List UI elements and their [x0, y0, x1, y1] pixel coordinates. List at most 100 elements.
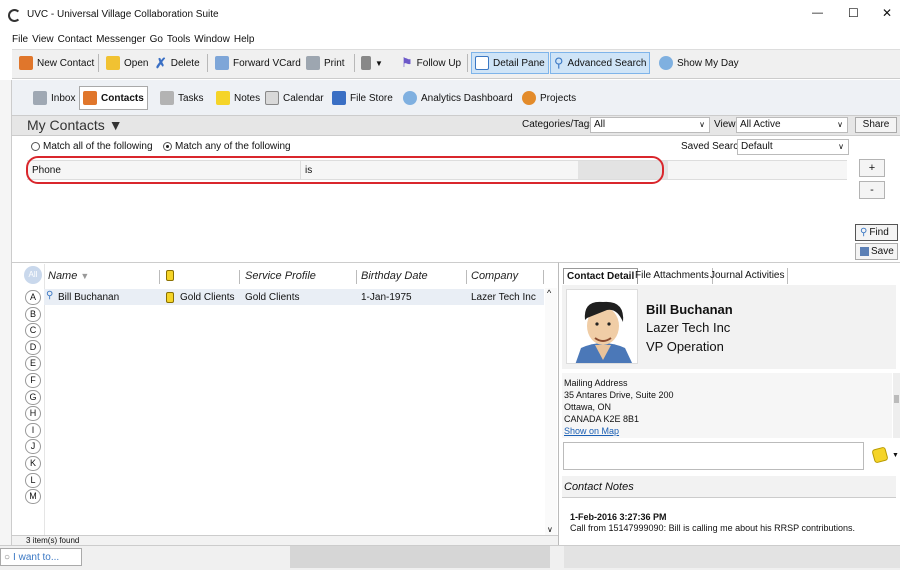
- tab-file-attachments[interactable]: File Attachments: [632, 268, 713, 284]
- column-header-company[interactable]: Company: [471, 270, 518, 282]
- show-on-map-link[interactable]: Show on Map: [564, 426, 619, 436]
- tab-tasks[interactable]: Tasks: [157, 86, 207, 110]
- menu-item-file[interactable]: File: [12, 34, 28, 48]
- tab-notes[interactable]: Notes: [213, 86, 263, 110]
- left-gutter: [0, 80, 12, 545]
- letter-index-h[interactable]: H: [25, 406, 41, 422]
- follow-up-button[interactable]: ⚑ Follow Up: [398, 52, 464, 74]
- column-header-name[interactable]: Name ▼: [48, 270, 89, 282]
- chevron-down-icon: ∨: [837, 120, 843, 129]
- find-button[interactable]: ⚲ Find: [855, 224, 898, 241]
- sun-icon: [659, 56, 673, 70]
- radio-checked-icon: [163, 142, 172, 151]
- dashboard-icon: [403, 91, 417, 105]
- categories-select[interactable]: All ∨: [590, 117, 710, 133]
- search-icon: ⚲: [860, 227, 868, 238]
- close-button[interactable]: ✕: [882, 6, 892, 20]
- letter-index-a[interactable]: A: [25, 290, 41, 305]
- column-header-service-profile[interactable]: Service Profile: [245, 270, 316, 282]
- table-row[interactable]: ⚲ Bill Buchanan Gold Clients Gold Client…: [44, 289, 544, 305]
- sort-funnel-icon: ▼: [80, 271, 90, 281]
- notes-header: Contact Notes: [562, 476, 896, 498]
- divider: [356, 270, 357, 284]
- contact-card-icon: [19, 56, 33, 70]
- tab-inbox[interactable]: Inbox: [30, 86, 78, 110]
- forward-vcard-button[interactable]: Forward VCard: [212, 52, 304, 74]
- flag-icon: ⚑: [401, 55, 413, 70]
- maximize-button[interactable]: ☐: [848, 6, 859, 20]
- quick-note-input[interactable]: [563, 442, 864, 470]
- menu-item-messenger[interactable]: Messenger: [96, 34, 145, 48]
- tab-projects[interactable]: Projects: [519, 86, 579, 110]
- minimize-button[interactable]: —: [812, 7, 823, 19]
- letter-index-g[interactable]: G: [25, 389, 41, 405]
- open-button[interactable]: Open: [103, 52, 151, 74]
- category-column-icon[interactable]: [166, 270, 174, 281]
- save-search-button[interactable]: Save: [855, 243, 898, 260]
- match-any-radio[interactable]: Match any of the following: [163, 141, 291, 152]
- add-criteria-button[interactable]: +: [859, 159, 885, 177]
- note-icon: [216, 91, 230, 105]
- column-header-birthday[interactable]: Birthday Date: [361, 270, 428, 282]
- menu-item-view[interactable]: View: [32, 34, 54, 48]
- print-button[interactable]: Print: [303, 52, 348, 74]
- letter-index-d[interactable]: D: [25, 339, 41, 355]
- inbox-icon: [33, 91, 47, 105]
- search-icon: ⚲: [554, 55, 564, 70]
- scroll-up-icon[interactable]: ^: [547, 288, 551, 298]
- saved-searches-select[interactable]: Default ∨: [737, 139, 849, 155]
- chevron-down-icon: ∨: [838, 142, 844, 151]
- letter-index-f[interactable]: F: [25, 373, 41, 388]
- file-store-icon: [332, 91, 346, 105]
- letter-index-m[interactable]: M: [25, 489, 41, 505]
- divider: [354, 54, 355, 72]
- row-birthday: 1-Jan-1975: [361, 292, 412, 303]
- footer-slot: [290, 546, 550, 568]
- detail-pane-button[interactable]: Detail Pane: [471, 52, 549, 74]
- avatar: [566, 289, 638, 364]
- contact-type-icon: ⚲: [46, 290, 54, 301]
- view-select[interactable]: All Active ∨: [736, 117, 848, 133]
- tab-analytics-dashboard[interactable]: Analytics Dashboard: [400, 86, 516, 110]
- letter-index-i[interactable]: I: [25, 422, 41, 438]
- list-scrollbar[interactable]: ^ ∨: [545, 288, 557, 536]
- menu-item-window[interactable]: Window: [194, 34, 230, 48]
- tab-calendar[interactable]: Calendar: [262, 86, 327, 110]
- tag-dropdown-button[interactable]: ▼: [358, 52, 386, 74]
- contact-name: Bill Buchanan: [646, 302, 733, 317]
- tab-contacts[interactable]: Contacts: [79, 86, 148, 110]
- tab-journal-activities[interactable]: Journal Activities: [707, 268, 789, 284]
- calendar-icon: [265, 91, 279, 105]
- tab-file-store[interactable]: File Store: [329, 86, 396, 110]
- menu-item-help[interactable]: Help: [234, 34, 255, 48]
- chevron-down-icon[interactable]: ▼: [892, 452, 899, 459]
- search-icon: ○: [4, 551, 11, 563]
- menu-item-go[interactable]: Go: [150, 34, 163, 48]
- letter-index-b[interactable]: B: [25, 306, 41, 322]
- view-title-dropdown[interactable]: My Contacts ▼: [27, 117, 123, 133]
- row-category: Gold Clients: [180, 292, 235, 303]
- all-letters-button[interactable]: All: [24, 266, 42, 284]
- forward-icon: [215, 56, 229, 70]
- address-line1: 35 Antares Drive, Suite 200: [564, 390, 674, 400]
- letter-index-k[interactable]: K: [25, 456, 41, 471]
- share-button[interactable]: Share: [855, 117, 897, 133]
- row-name: Bill Buchanan: [58, 292, 120, 303]
- tab-contact-detail[interactable]: Contact Detail: [563, 268, 639, 284]
- scroll-down-icon[interactable]: ∨: [547, 525, 553, 534]
- categories-label: Categories/Tags:: [522, 119, 598, 130]
- match-all-radio[interactable]: Match all of the following: [31, 141, 153, 152]
- i-want-to-button[interactable]: ○ I want to...: [0, 548, 82, 566]
- show-my-day-button[interactable]: Show My Day: [656, 52, 742, 74]
- detail-scrollbar[interactable]: [893, 373, 900, 438]
- address-line2: Ottawa, ON: [564, 402, 612, 412]
- letter-index-l[interactable]: L: [25, 472, 41, 488]
- address-line3: CANADA K2E 8B1: [564, 414, 640, 424]
- new-contact-button[interactable]: New Contact: [16, 52, 97, 74]
- menu-item-contact[interactable]: Contact: [58, 34, 92, 48]
- menu-item-tools[interactable]: Tools: [167, 34, 190, 48]
- delete-button[interactable]: ✗ Delete: [152, 52, 203, 74]
- letter-index-c[interactable]: C: [25, 323, 41, 339]
- advanced-search-button[interactable]: ⚲ Advanced Search: [550, 52, 651, 74]
- remove-criteria-button[interactable]: -: [859, 181, 885, 199]
